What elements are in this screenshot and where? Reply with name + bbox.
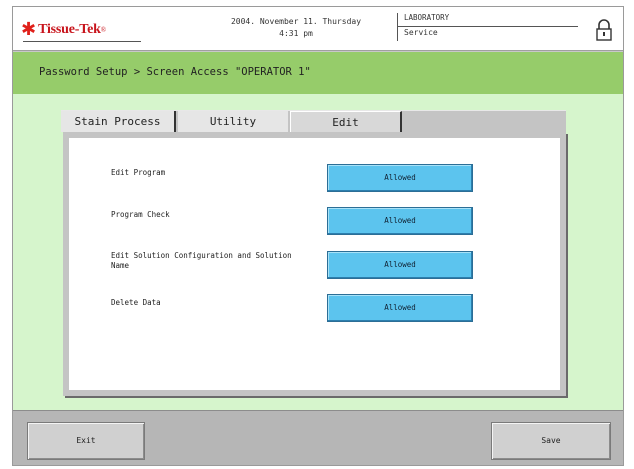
mode-location: LABORATORY — [404, 13, 450, 22]
registered-mark: ® — [100, 26, 107, 34]
time-text: 4:31 pm — [279, 29, 313, 38]
date-time-display: 2004. November 11. Thursday 4:31 pm — [201, 16, 391, 40]
logo-underline — [23, 41, 141, 42]
content-area: Password Setup > Screen Access "OPERATOR… — [13, 52, 623, 410]
asterisk-logo-icon: ✱ — [21, 19, 37, 40]
edit-permissions-panel: Edit Program Allowed Program Check Allow… — [63, 132, 566, 396]
mode-user: Service — [404, 28, 438, 37]
delete-data-label: Delete Data — [111, 298, 161, 307]
tab-utility[interactable]: Utility — [178, 111, 288, 132]
mode-divider — [398, 26, 578, 27]
edit-solution-config-allowed-button[interactable]: Allowed — [327, 251, 473, 279]
date-text: 2004. November 11. Thursday — [230, 17, 362, 26]
edit-program-label: Edit Program — [111, 168, 166, 177]
brand-logo: ✱ Tissue-Tek ® — [21, 21, 106, 39]
brand-name: Tissue-Tek — [38, 22, 101, 37]
title-bar: Password Setup > Screen Access "OPERATOR… — [13, 52, 623, 94]
program-check-label: Program Check — [111, 210, 170, 219]
header-bar: ✱ Tissue-Tek ® 2004. November 11. Thursda… — [13, 7, 623, 51]
program-check-allowed-button[interactable]: Allowed — [327, 207, 473, 235]
save-button[interactable]: Save — [491, 422, 611, 460]
footer-bar: Exit Save — [13, 410, 623, 465]
tab-strip: Stain Process Utility Edit — [61, 110, 566, 132]
user-mode-box: LABORATORY Service — [397, 13, 578, 41]
edit-solution-config-label: Edit Solution Configuration and Solution… — [111, 251, 292, 270]
delete-data-allowed-button[interactable]: Allowed — [327, 294, 473, 322]
tab-edit[interactable]: Edit — [290, 111, 402, 132]
lock-icon[interactable] — [595, 19, 613, 41]
app-window: ✱ Tissue-Tek ® 2004. November 11. Thursda… — [12, 6, 624, 466]
edit-program-allowed-button[interactable]: Allowed — [327, 164, 473, 192]
exit-button[interactable]: Exit — [27, 422, 145, 460]
tab-stain-process[interactable]: Stain Process — [61, 111, 176, 132]
page-title: Password Setup > Screen Access "OPERATOR… — [39, 66, 311, 78]
